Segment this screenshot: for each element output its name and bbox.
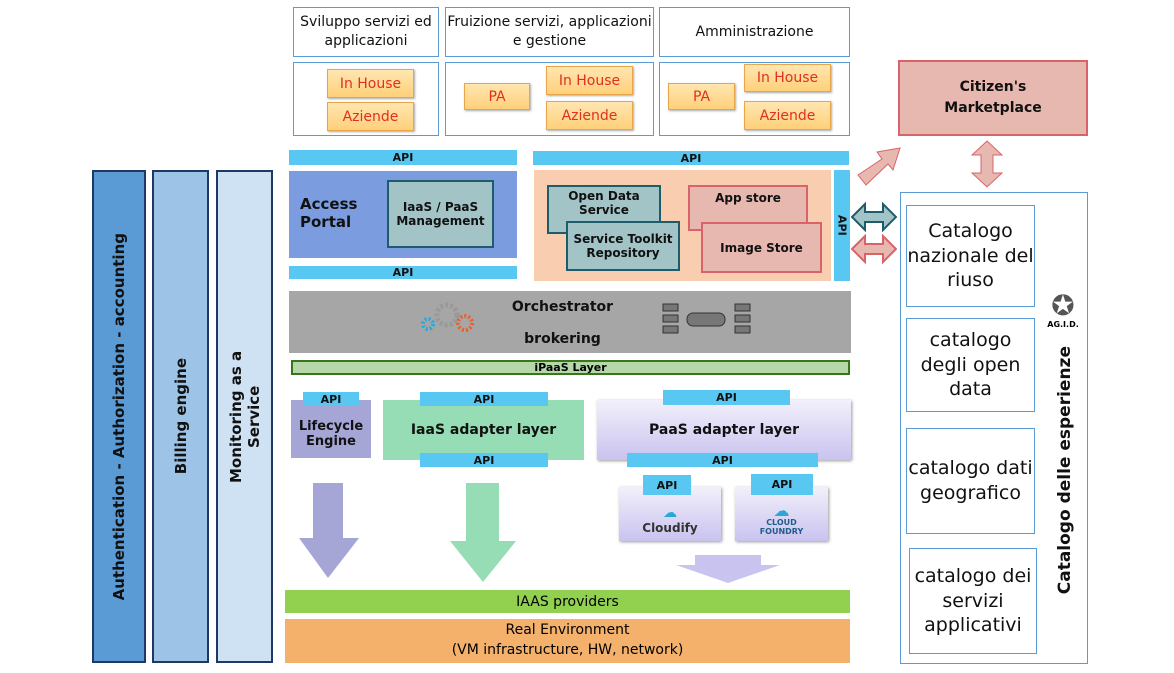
api-bar: API xyxy=(420,453,548,467)
cloudify-logo: Cloudify xyxy=(642,521,698,535)
cloud-foundry-box: ☁ CLOUD FOUNDRY xyxy=(735,487,828,541)
api-bar: API xyxy=(289,150,517,165)
billing-bar: Billing engine xyxy=(152,170,209,663)
lifecycle-engine: Lifecycle Engine xyxy=(291,400,371,458)
actor-in-house: In House xyxy=(546,66,633,95)
down-arrow-icon xyxy=(299,483,359,578)
gears-icon xyxy=(421,302,474,332)
api-bar: API xyxy=(643,475,691,495)
catalog-servizi-applicativi: catalogo dei servizi applicativi xyxy=(909,548,1037,654)
paas-adapter-layer: PaaS adapter layer xyxy=(597,400,851,460)
api-bar: API xyxy=(663,390,790,405)
api-bar: API xyxy=(420,392,548,406)
down-arrow-icon xyxy=(676,555,780,583)
double-arrow-pink-icon xyxy=(851,234,897,264)
catalog-open-data: catalogo degli open data xyxy=(906,318,1035,412)
api-label: API xyxy=(835,215,849,236)
billing-label: Billing engine xyxy=(171,358,190,475)
double-arrow-teal-icon xyxy=(851,202,897,232)
column-header-sviluppo: Sviluppo servizi ed applicazioni xyxy=(293,7,439,57)
agid-emblem: ✪ AG.I.D. xyxy=(1038,280,1088,340)
iaas-paas-management: IaaS / PaaS Management xyxy=(387,180,494,248)
access-portal-label: Access Portal xyxy=(300,194,358,231)
monitoring-label: Monitoring as a Service xyxy=(226,350,263,483)
actor-pa: PA xyxy=(668,83,735,110)
architecture-diagram: Sviluppo servizi ed applicazioni Fruizio… xyxy=(0,0,1174,673)
down-arrow-icon xyxy=(450,483,516,582)
cloud-icon: ☁ xyxy=(663,505,677,521)
actor-aziende: Aziende xyxy=(744,101,831,130)
service-toolkit-repository: Service Toolkit Repository xyxy=(566,221,680,271)
service-bus-icon xyxy=(662,303,751,334)
api-bar-vertical: API xyxy=(834,170,850,281)
orchestrator-label: Orchestrator xyxy=(511,299,614,315)
agid-label: AG.I.D. xyxy=(1047,319,1079,329)
iaas-adapter-layer: IaaS adapter layer xyxy=(383,400,584,460)
cloudify-box: ☁ Cloudify xyxy=(619,487,721,541)
column-header-amministrazione: Amministrazione xyxy=(659,7,850,57)
cloud-foundry-logo: CLOUD FOUNDRY xyxy=(759,518,804,536)
star-emblem-icon: ✪ xyxy=(1051,288,1075,322)
auth-bar: Authentication - Authorization - account… xyxy=(92,170,146,663)
catalog-dati-geografico: catalogo dati geografico xyxy=(906,428,1035,534)
catalog-title: Catalogo delle esperienze xyxy=(1055,345,1075,595)
actor-pa: PA xyxy=(464,83,530,110)
image-store: Image Store xyxy=(701,222,822,273)
auth-label: Authentication - Authorization - account… xyxy=(110,232,128,601)
catalog-riuso: Catalogo nazionale del riuso xyxy=(906,205,1035,307)
actor-in-house: In House xyxy=(327,69,414,98)
iaas-providers: IAAS providers xyxy=(285,590,850,613)
column-header-fruizione: Fruizione servizi, applicazioni e gestio… xyxy=(445,7,654,57)
monitoring-bar: Monitoring as a Service xyxy=(216,170,273,663)
ipaas-layer: iPaaS Layer xyxy=(291,360,850,375)
api-bar: API xyxy=(303,392,359,406)
api-bar: API xyxy=(533,151,849,165)
api-bar: API xyxy=(627,453,818,467)
diagonal-arrow-icon xyxy=(857,147,901,186)
api-bar: API xyxy=(289,266,517,279)
brokering-label: brokering xyxy=(524,331,601,347)
real-environment-subtitle: (VM infrastructure, HW, network) xyxy=(451,642,684,658)
api-bar: API xyxy=(751,474,813,495)
actor-aziende: Aziende xyxy=(327,102,414,131)
actor-in-house: In House xyxy=(744,64,831,92)
citizens-marketplace: Citizen's Marketplace xyxy=(898,60,1088,136)
actor-aziende: Aziende xyxy=(546,101,633,130)
cloud-icon: ☁ xyxy=(773,501,790,521)
real-environment-title: Real Environment xyxy=(505,622,630,639)
double-arrow-vertical-icon xyxy=(971,140,1003,188)
real-environment: Real Environment (VM infrastructure, HW,… xyxy=(285,619,850,663)
